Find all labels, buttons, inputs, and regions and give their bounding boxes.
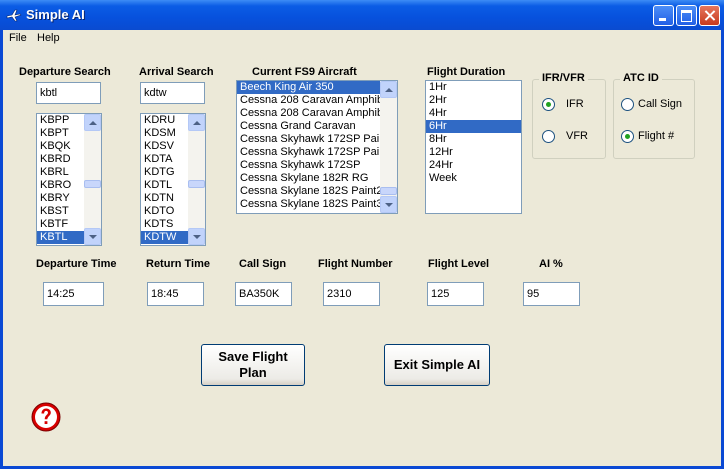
flight-level-input[interactable] [427,282,484,306]
scroll-down-icon[interactable] [188,228,205,245]
ai-percent-label: AI % [539,258,563,270]
menu-help[interactable]: Help [37,32,60,44]
return-time-input[interactable] [147,282,204,306]
aircraft-list[interactable]: Beech King Air 350 Cessna 208 Caravan Am… [236,80,398,214]
ifr-radio-label: IFR [566,98,584,110]
exit-simple-ai-button[interactable]: Exit Simple AI [384,344,490,386]
return-time-label: Return Time [146,258,210,270]
flight-duration-list[interactable]: 1Hr 2Hr 4Hr 6Hr 8Hr 12Hr 24Hr Week [425,80,522,214]
list-item[interactable]: Cessna 208 Caravan Amphib [237,107,397,120]
flight-duration-label: Flight Duration [427,66,506,78]
flight-number-radio-label: Flight # [638,130,675,142]
arrival-search-input[interactable] [140,82,205,104]
window-title: Simple AI [26,7,85,22]
arrival-scrollbar[interactable] [188,114,205,245]
call-sign-input[interactable] [235,282,292,306]
list-item[interactable]: 4Hr [426,107,521,120]
scroll-up-icon[interactable] [84,114,101,131]
list-item[interactable]: Cessna 208 Caravan Amphib [237,94,397,107]
list-item-selected[interactable]: 6Hr [426,120,521,133]
call-sign-radio[interactable] [621,98,634,111]
call-sign-radio-label: Call Sign [638,98,683,110]
list-item[interactable]: Cessna Skyhawk 172SP Pain [237,133,397,146]
scroll-down-icon[interactable] [380,196,397,213]
list-item[interactable]: 2Hr [426,94,521,107]
departure-time-label: Departure Time [36,258,117,270]
minimize-button[interactable] [653,5,674,26]
aircraft-label: Current FS9 Aircraft [252,66,357,78]
ifr-vfr-group: IFR/VFR IFR VFR [532,72,606,159]
list-item[interactable]: Week [426,172,521,185]
call-sign-label: Call Sign [239,258,287,270]
list-item[interactable]: 1Hr [426,81,521,94]
save-flight-plan-button[interactable]: Save Flight Plan [201,344,305,386]
scroll-up-icon[interactable] [380,81,397,98]
list-item[interactable]: Cessna Skylane 182R RG [237,172,397,185]
departure-search-input[interactable] [36,82,101,104]
list-item[interactable]: 8Hr [426,133,521,146]
list-item[interactable]: Cessna Skyhawk 172SP Pain [237,146,397,159]
ifr-radio[interactable] [542,98,555,111]
list-item[interactable]: 24Hr [426,159,521,172]
ifr-vfr-title: IFR/VFR [539,72,588,84]
menu-bar: File Help [3,30,721,48]
departure-time-input[interactable] [43,282,104,306]
help-icon[interactable] [30,401,62,433]
ai-percent-input[interactable] [523,282,580,306]
aircraft-rows: Beech King Air 350 Cessna 208 Caravan Am… [237,81,397,211]
menu-file[interactable]: File [9,32,27,44]
scroll-thumb[interactable] [84,180,101,188]
atc-id-group: ATC ID Call Sign Flight # [613,72,695,159]
list-item[interactable]: 12Hr [426,146,521,159]
list-item[interactable]: Cessna Skylane 182S Paint3 [237,198,397,211]
scroll-thumb[interactable] [188,180,205,188]
scroll-thumb[interactable] [380,187,397,195]
scroll-up-icon[interactable] [188,114,205,131]
list-item-selected[interactable]: Beech King Air 350 [237,81,397,94]
aircraft-scrollbar[interactable] [380,81,397,213]
arrival-search-label: Arrival Search [139,66,214,78]
departure-search-label: Departure Search [19,66,111,78]
scroll-down-icon[interactable] [84,228,101,245]
flight-number-label: Flight Number [318,258,393,270]
vfr-radio[interactable] [542,130,555,143]
flight-number-radio[interactable] [621,130,634,143]
arrival-airport-list[interactable]: KDRU KDSM KDSV KDTA KDTG KDTL KDTN KDTO … [140,113,206,246]
title-bar[interactable]: Simple AI [0,0,724,30]
app-window: Simple AI File Help Departure Search KBP… [0,0,724,469]
list-item[interactable]: Cessna Skylane 182S Paint2 [237,185,397,198]
flight-level-label: Flight Level [428,258,490,270]
departure-airport-list[interactable]: KBPP KBPT KBQK KBRD KBRL KBRO KBRY KBST … [36,113,102,246]
flight-number-input[interactable] [323,282,380,306]
departure-scrollbar[interactable] [84,114,101,245]
airplane-icon [6,9,22,22]
maximize-button[interactable] [676,5,697,26]
list-item[interactable]: Cessna Skyhawk 172SP [237,159,397,172]
vfr-radio-label: VFR [566,130,588,142]
atc-id-title: ATC ID [620,72,662,84]
close-button[interactable] [699,5,720,26]
list-item[interactable]: Cessna Grand Caravan [237,120,397,133]
